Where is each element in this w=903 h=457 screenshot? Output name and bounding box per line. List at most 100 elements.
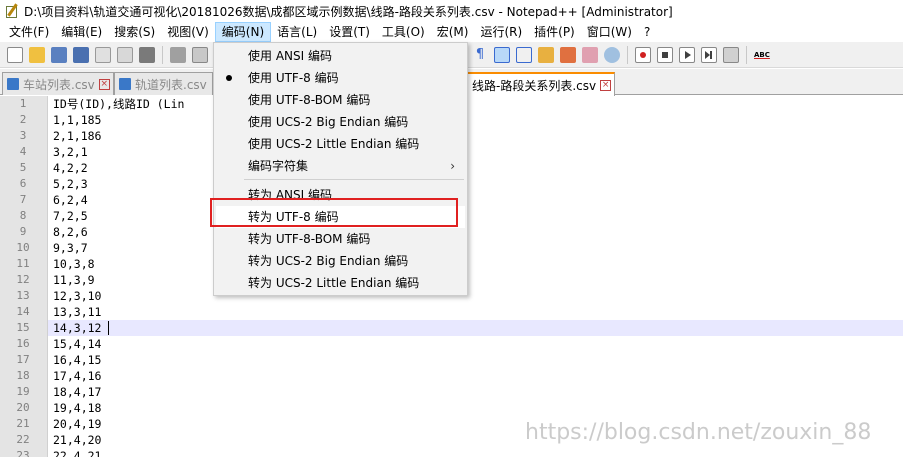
close-all-icon[interactable]	[117, 46, 133, 63]
line-number: 20	[16, 401, 30, 414]
menu-run[interactable]: 运行(R)	[474, 22, 528, 42]
code-line[interactable]: 16,4,15	[53, 352, 101, 368]
line-number: 4	[19, 145, 27, 158]
menu-use-ucs2-le[interactable]: 使用 UCS-2 Little Endian 编码	[216, 133, 465, 155]
red-annotation-box	[210, 198, 458, 227]
code-line[interactable]: 14,3,12	[53, 320, 101, 336]
line-number: 14	[16, 305, 30, 318]
menu-use-utf8-bom[interactable]: 使用 UTF-8-BOM 编码	[216, 89, 465, 111]
menu-charset-submenu[interactable]: 编码字符集 ›	[216, 155, 465, 177]
spell-check-icon[interactable]: ABC	[754, 47, 770, 63]
menu-convert-utf8-bom[interactable]: 转为 UTF-8-BOM 编码	[216, 228, 465, 250]
line-number: 22	[16, 433, 30, 446]
close-icon[interactable]: ×	[600, 79, 612, 91]
code-line[interactable]: 1,1,185	[53, 112, 101, 128]
code-line[interactable]: 4,2,2	[53, 160, 88, 176]
run-macro-multiple-icon[interactable]	[701, 46, 717, 63]
code-line[interactable]: 3,2,1	[53, 144, 88, 160]
menu-file[interactable]: 文件(F)	[3, 22, 55, 42]
current-line-highlight	[48, 320, 903, 336]
code-line[interactable]: 13,3,11	[53, 304, 101, 320]
code-line[interactable]: 10,3,8	[53, 256, 95, 272]
code-line[interactable]: 7,2,5	[53, 208, 88, 224]
code-line[interactable]: 20,4,19	[53, 416, 101, 432]
menu-edit[interactable]: 编辑(E)	[55, 22, 108, 42]
save-all-icon[interactable]	[73, 46, 89, 63]
menu-settings[interactable]: 设置(T)	[323, 22, 376, 42]
save-macro-icon[interactable]	[723, 46, 739, 63]
tab-track-list[interactable]: 轨道列表.csv	[114, 72, 213, 95]
notepadpp-app-icon	[5, 3, 19, 18]
line-number: 12	[16, 273, 30, 286]
print-icon[interactable]	[139, 46, 155, 63]
code-line[interactable]: 18,4,17	[53, 384, 101, 400]
code-line[interactable]: 2,1,186	[53, 128, 101, 144]
menu-use-ansi[interactable]: 使用 ANSI 编码	[216, 45, 465, 67]
save-icon[interactable]	[51, 46, 67, 63]
cut-icon[interactable]	[170, 46, 186, 63]
menu-bar: 文件(F) 编辑(E) 搜索(S) 视图(V) 编码(N) 语言(L) 设置(T…	[0, 22, 903, 42]
menu-encoding[interactable]: 编码(N)	[214, 22, 272, 42]
menu-plugins[interactable]: 插件(P)	[528, 22, 581, 42]
menu-macro[interactable]: 宏(M)	[431, 22, 475, 42]
line-number-gutter: 1 2 3 4 5 6 7 8 9 10 11 12 13 14 15 16 1…	[0, 96, 48, 457]
line-number: 17	[16, 353, 30, 366]
code-line[interactable]: 5,2,3	[53, 176, 88, 192]
code-line[interactable]: 19,4,18	[53, 400, 101, 416]
code-line[interactable]: 22,4,21	[53, 448, 101, 457]
playback-macro-icon[interactable]	[679, 46, 695, 63]
code-line[interactable]: 21,4,20	[53, 432, 101, 448]
code-line[interactable]: 15,4,14	[53, 336, 101, 352]
title-bar: D:\项目资料\轨道交通可视化\20181026数据\成都区域示例数据\线路-路…	[0, 0, 903, 22]
toolbar-separator	[746, 45, 747, 64]
code-line[interactable]: 6,2,4	[53, 192, 88, 208]
menu-window[interactable]: 窗口(W)	[581, 22, 638, 42]
submenu-arrow-icon: ›	[450, 159, 455, 173]
code-line[interactable]: ID号(ID),线路ID (Lin	[53, 96, 184, 112]
menu-language[interactable]: 语言(L)	[271, 22, 323, 42]
close-icon[interactable]: ×	[98, 78, 110, 90]
code-line[interactable]: 9,3,7	[53, 240, 88, 256]
file-saved-icon	[119, 78, 131, 90]
code-line[interactable]: 11,3,9	[53, 272, 95, 288]
copy-icon[interactable]	[192, 46, 208, 63]
menu-use-utf8[interactable]: 使用 UTF-8 编码	[216, 67, 465, 89]
line-number: 8	[19, 209, 27, 222]
menu-view[interactable]: 视图(V)	[161, 22, 215, 42]
line-number: 11	[16, 257, 30, 270]
folder-workspace-icon[interactable]	[582, 46, 598, 63]
open-file-icon[interactable]	[29, 46, 45, 63]
menu-help[interactable]: ?	[638, 22, 656, 42]
new-file-icon[interactable]	[7, 46, 23, 63]
function-list-icon[interactable]	[560, 46, 576, 63]
close-file-icon[interactable]	[95, 46, 111, 63]
line-number: 5	[19, 161, 27, 174]
file-saved-icon	[7, 78, 19, 90]
record-macro-icon[interactable]	[635, 46, 651, 63]
line-number: 6	[19, 177, 27, 190]
show-all-chars-icon[interactable]: ¶	[472, 47, 488, 63]
stop-record-icon[interactable]	[657, 46, 673, 63]
tab-line-section-relation[interactable]: 线路-路段关系列表.csv ×	[467, 72, 615, 96]
tab-station-list[interactable]: 车站列表.csv ×	[2, 72, 114, 95]
code-line[interactable]: 17,4,16	[53, 368, 101, 384]
monitoring-eye-icon[interactable]	[604, 46, 620, 63]
menu-search[interactable]: 搜索(S)	[108, 22, 161, 42]
user-defined-lang-icon[interactable]	[516, 46, 532, 63]
menu-convert-ucs2-be[interactable]: 转为 UCS-2 Big Endian 编码	[216, 250, 465, 272]
code-line[interactable]: 12,3,10	[53, 288, 101, 304]
checked-bullet-icon	[226, 75, 232, 81]
menu-use-ucs2-be[interactable]: 使用 UCS-2 Big Endian 编码	[216, 111, 465, 133]
tab-label: 轨道列表.csv	[135, 77, 207, 92]
line-number: 23	[16, 449, 30, 457]
line-number: 16	[16, 337, 30, 350]
line-number: 9	[19, 225, 27, 238]
indent-guide-icon[interactable]	[494, 46, 510, 63]
doc-map-icon[interactable]	[538, 46, 554, 63]
menu-convert-ucs2-le[interactable]: 转为 UCS-2 Little Endian 编码	[216, 272, 465, 294]
tab-label: 线路-路段关系列表.csv	[472, 78, 597, 93]
text-caret	[108, 321, 109, 335]
code-line[interactable]: 8,2,6	[53, 224, 88, 240]
menu-tools[interactable]: 工具(O)	[376, 22, 431, 42]
line-number: 10	[16, 241, 30, 254]
